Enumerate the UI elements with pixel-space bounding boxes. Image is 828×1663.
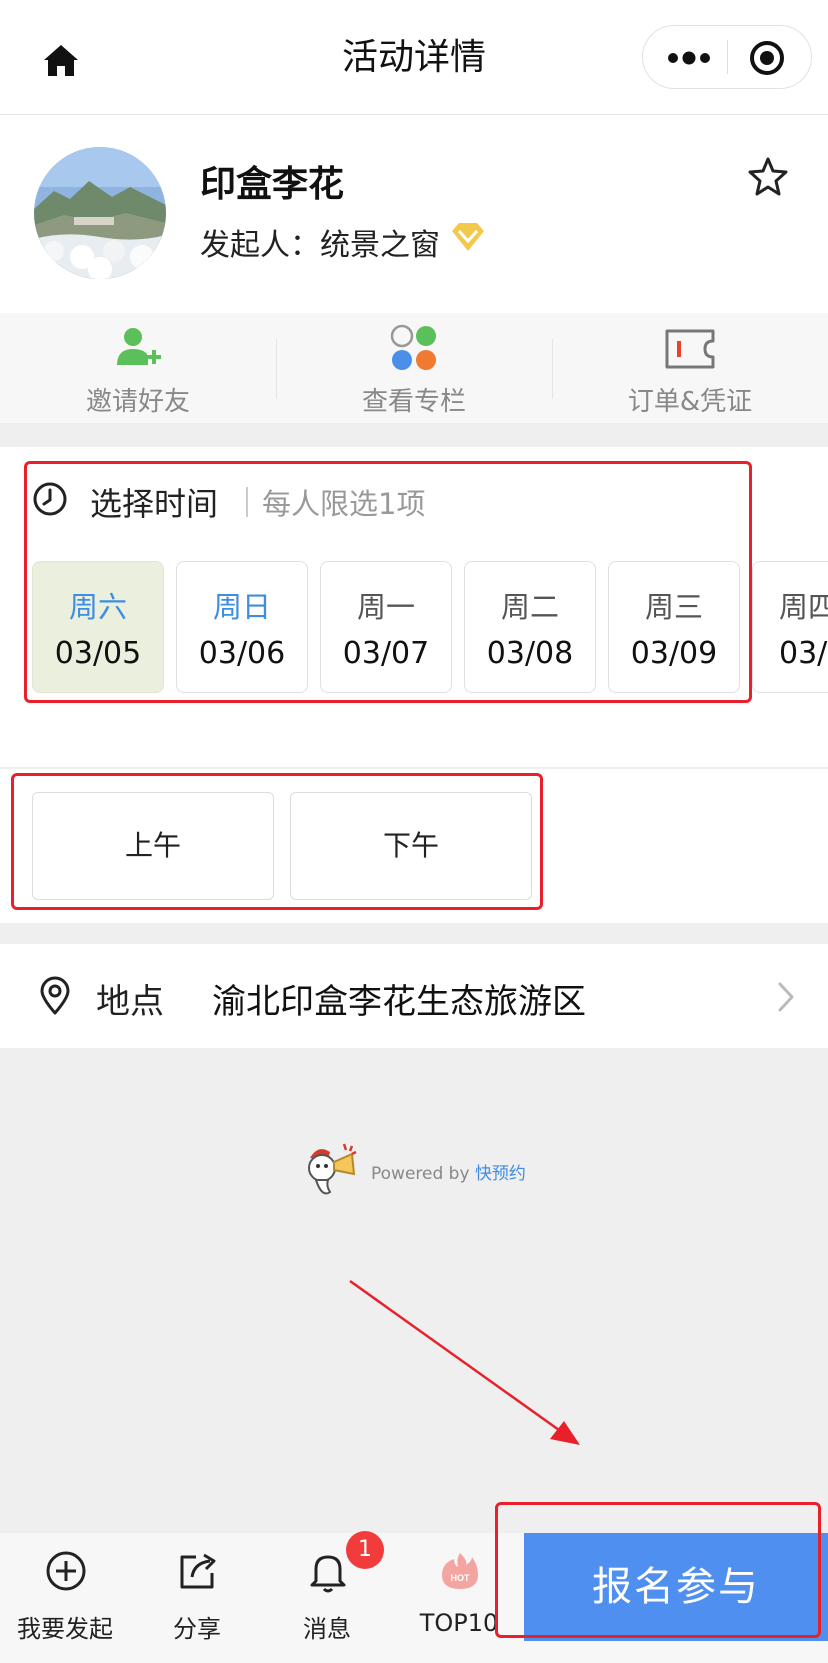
mini-program-capsule <box>642 25 812 89</box>
location-row[interactable]: 地点 渝北印盒李花生态旅游区 <box>0 944 828 1048</box>
annotation-box <box>24 461 752 703</box>
day-option[interactable]: 周四 03/10 <box>752 561 828 693</box>
annotation-arrow <box>340 1275 590 1455</box>
powered-by: Powered by 快预约 <box>300 1138 560 1206</box>
invite-friends-label: 邀请好友 <box>85 387 190 417</box>
tab-share[interactable]: 分享 <box>136 1533 258 1663</box>
tab-create[interactable]: 我要发起 <box>4 1533 126 1663</box>
diamond-badge-icon <box>449 220 487 254</box>
activity-avatar <box>34 147 166 279</box>
powered-prefix: Powered by <box>371 1164 470 1184</box>
quick-actions: 邀请好友 查看专栏 订单&凭证 <box>0 313 828 423</box>
close-target-icon[interactable] <box>747 38 787 78</box>
hot-flame-icon: HOT <box>438 1549 482 1593</box>
view-column-button[interactable]: 查看专栏 <box>276 313 552 423</box>
invite-friends-button[interactable]: 邀请好友 <box>0 313 276 423</box>
location-label: 地点 <box>96 982 164 1022</box>
day-weekday: 周四 <box>779 590 828 624</box>
tab-create-label: 我要发起 <box>17 1615 113 1643</box>
tab-share-label: 分享 <box>173 1615 221 1643</box>
tab-messages-label: 消息 <box>303 1615 351 1643</box>
add-user-icon <box>113 323 163 373</box>
capsule-divider <box>727 40 728 74</box>
activity-name: 印盒李花 <box>200 164 345 205</box>
share-icon <box>176 1549 220 1593</box>
organizer-label: 发起人： <box>200 228 320 263</box>
organizer-name[interactable]: 统景之窗 <box>320 220 440 264</box>
day-date: 03/10 <box>779 636 828 671</box>
location-value: 渝北印盒李花生态旅游区 <box>212 982 586 1022</box>
activity-info: 印盒李花 发起人： 统景之窗 <box>0 115 828 313</box>
powered-by-text: Powered by 快预约 <box>371 1159 526 1184</box>
view-column-label: 查看专栏 <box>361 387 466 417</box>
favorite-star-icon[interactable] <box>746 155 790 199</box>
plus-circle-icon <box>44 1549 88 1593</box>
orders-label: 订单&凭证 <box>627 387 753 417</box>
annotation-box <box>495 1502 821 1638</box>
nav-bar: 活动详情 <box>0 0 828 115</box>
location-pin-icon <box>38 976 72 1016</box>
svg-text:HOT: HOT <box>451 1573 471 1583</box>
powered-brand[interactable]: 快预约 <box>475 1164 526 1184</box>
dots-grid-icon <box>389 323 439 373</box>
more-icon[interactable] <box>661 43 717 73</box>
message-count-badge: 1 <box>346 1531 384 1569</box>
mascot-logo-icon <box>300 1138 362 1204</box>
chevron-right-icon <box>776 980 796 1014</box>
ticket-icon <box>665 323 715 373</box>
bell-icon <box>306 1549 350 1593</box>
annotation-box <box>11 773 543 910</box>
orders-button[interactable]: 订单&凭证 <box>552 313 828 423</box>
